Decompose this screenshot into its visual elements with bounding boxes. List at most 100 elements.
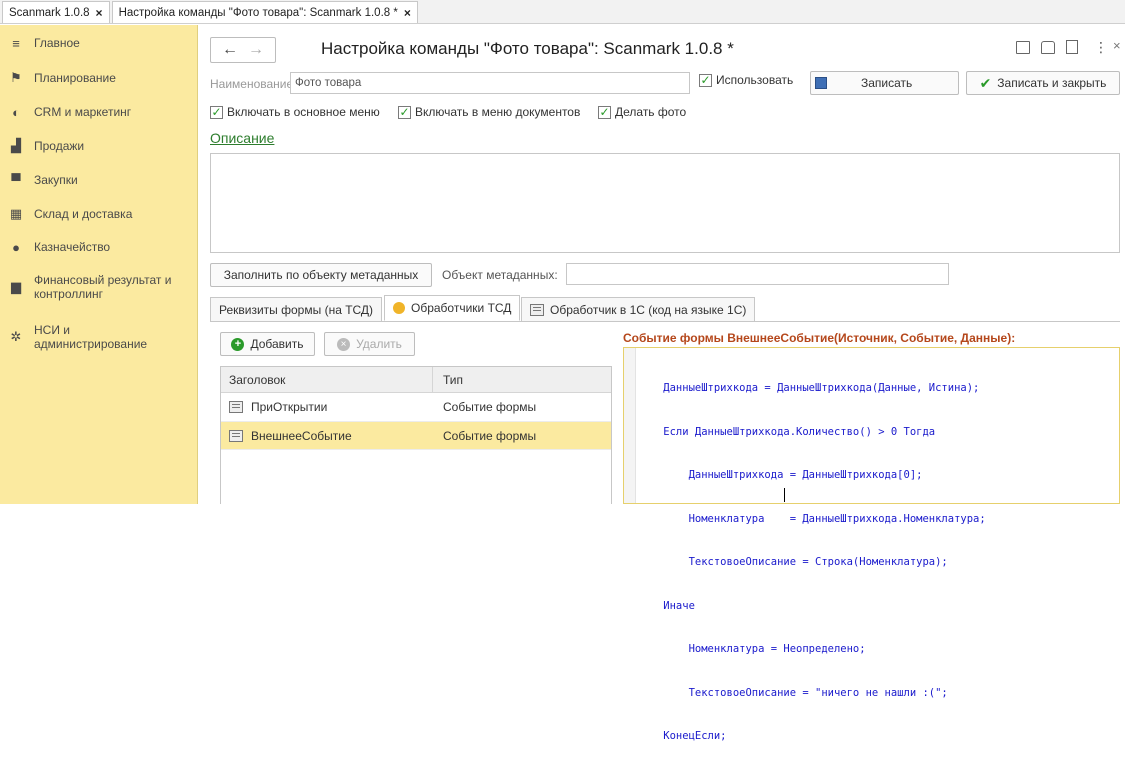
sidebar-item-treasury[interactable]: ● Казначейство [0,238,198,256]
window-tab-bar: Scanmark 1.0.8 × Настройка команды "Фото… [0,0,1125,24]
gear-icon: ✲ [10,329,22,344]
sidebar-item-label: CRM и маркетинг [34,105,132,119]
sidebar-item-sales[interactable]: ▟ Продажи [0,137,198,155]
save-button[interactable]: Записать [810,71,959,95]
window-tab-label: Scanmark 1.0.8 [9,6,90,19]
code-line: КонецЕсли; [638,730,727,742]
module-icon [229,429,243,442]
tab-1c-handler[interactable]: Обработчик в 1С (код на языке 1С) [521,297,756,321]
form-area: ← → Настройка команды "Фото товара": Sca… [199,25,1125,742]
code-line: Номенклатура = Неопределено; [638,643,866,655]
doc-menu-checkbox[interactable]: ✓ Включать в меню документов [398,105,580,119]
cart-icon: ▀ [11,172,21,188]
table-row[interactable]: ПриОткрытии Событие формы [221,393,611,422]
description-link[interactable]: Описание [210,130,274,146]
check-icon: ✓ [598,105,611,119]
code-line: Номенклатура = ДанныеШтрихкода.Номенклат… [638,512,986,525]
column-type[interactable]: Тип [433,373,463,387]
save-and-close-label: Записать и закрыть [997,76,1107,90]
tab-tsd-handlers[interactable]: Обработчики ТСД [384,295,521,321]
more-icon[interactable]: ⋮ [1094,39,1108,56]
close-icon[interactable]: × [96,6,103,20]
save-and-close-button[interactable]: ✔ Записать и закрыть [966,71,1120,95]
sidebar-item-label: Казначейство [34,240,111,254]
check-icon: ✓ [210,105,223,119]
sidebar-item-label: НСИ и администрирование [34,323,148,351]
sidebar-item-label: Склад и доставка [34,207,133,221]
description-textarea[interactable] [210,153,1120,253]
doc-menu-label: Включать в меню документов [415,105,581,119]
table-row-selected[interactable]: ВнешнееСобытие Событие формы [221,422,611,450]
sidebar-item-main[interactable]: ≡ Главное [0,34,198,52]
make-photo-label: Делать фото [615,105,687,119]
row-title: ПриОткрытии [251,400,328,414]
row-title: ВнешнееСобытие [251,428,352,443]
save-button-label: Записать [861,76,913,90]
check-icon: ✓ [699,73,712,87]
window-tab-label: Настройка команды "Фото товара": Scanmar… [118,6,398,19]
warehouse-icon: ▦ [9,206,23,221]
plus-icon: + [231,337,245,351]
tab-label: Обработчик в 1С (код на языке 1С) [550,302,747,317]
tab-form-attributes[interactable]: Реквизиты формы (на ТСД) [210,297,383,321]
check-icon: ✓ [398,105,411,119]
delete-label: Удалить [356,337,402,351]
close-form-icon[interactable]: × [1113,38,1121,53]
sidebar-item-label: Главное [34,36,80,50]
crm-icon: ◐ [12,104,20,120]
code-lines: ДанныеШтрихкода = ДанныеШтрихкода(Данные… [638,352,986,773]
sidebar-item-label: Продажи [34,139,85,153]
sidebar: ≡ Главное ⚑ Планирование ◐ CRM и маркети… [0,25,198,504]
column-title[interactable]: Заголовок [221,366,433,393]
row-title-cell: ВнешнееСобытие [221,429,433,443]
floppy-icon [815,77,827,89]
page-title: Настройка команды "Фото товара": Scanmar… [321,39,734,58]
close-icon[interactable]: × [404,6,411,20]
save-file-icon[interactable] [1016,41,1030,54]
name-input[interactable]: Фото товара [290,72,690,94]
code-line: ДанныеШтрихкода = ДанныеШтрихкода[0]; [638,469,923,481]
print-icon[interactable] [1041,41,1055,54]
code-editor[interactable]: ДанныеШтрихкода = ДанныеШтрихкода(Данные… [623,347,1120,742]
sidebar-item-label: Финансовый результат и контроллинг [34,273,172,301]
nav-buttons: ← → [210,37,276,63]
coin-icon: ● [12,239,20,255]
row-title-cell: ПриОткрытии [221,400,433,414]
sidebar-item-purchases[interactable]: ▀ Закупки [0,171,198,189]
module-icon [530,303,544,316]
row-type: Событие формы [443,400,537,414]
window-tab-command-settings[interactable]: Настройка команды "Фото товара": Scanmar… [111,1,418,23]
sidebar-item-crm[interactable]: ◐ CRM и маркетинг [0,103,198,121]
handler-icon [393,302,405,314]
forward-arrow-icon[interactable]: → [248,41,264,59]
menu-icon: ≡ [12,35,20,51]
chart-icon: ▆ [11,279,21,294]
delete-button[interactable]: × Удалить [324,332,415,356]
code-header: Событие формы ВнешнееСобытие(Источник, С… [623,331,1016,345]
planning-icon: ⚑ [10,70,22,85]
back-arrow-icon[interactable]: ← [222,41,238,59]
sidebar-item-admin[interactable]: ✲ НСИ и администрирование [0,321,198,353]
sidebar-item-label: Закупки [34,173,78,187]
code-line: Иначе [638,599,695,612]
main-menu-checkbox[interactable]: ✓ Включать в основное меню [210,105,380,119]
preview-icon[interactable] [1066,40,1078,54]
check-icon: ✔ [979,74,992,91]
sidebar-item-finance[interactable]: ▆ Финансовый результат и контроллинг [0,271,198,303]
sidebar-item-warehouse[interactable]: ▦ Склад и доставка [0,205,198,223]
make-photo-checkbox[interactable]: ✓ Делать фото [598,105,686,119]
tab-label: Обработчики ТСД [411,301,512,315]
fill-by-metadata-button[interactable]: Заполнить по объекту метаданных [210,263,432,287]
window-tab-scanmark[interactable]: Scanmark 1.0.8 × [2,1,110,23]
bag-icon: ▟ [11,138,21,153]
sidebar-item-planning[interactable]: ⚑ Планирование [0,69,198,87]
code-line: ТекстовоеОписание = Строка(Номенклатура)… [638,556,948,568]
use-checkbox[interactable]: ✓ Использовать [699,73,793,87]
text-cursor [784,488,785,502]
add-button[interactable]: + Добавить [220,332,315,356]
add-label: Добавить [250,337,304,351]
metadata-input[interactable] [566,263,949,285]
handlers-table: Заголовок Тип ПриОткрытии Событие формы … [220,366,612,504]
metadata-label: Объект метаданных: [442,268,558,282]
code-line: ТекстовоеОписание = "ничего не нашли :("… [638,686,948,699]
